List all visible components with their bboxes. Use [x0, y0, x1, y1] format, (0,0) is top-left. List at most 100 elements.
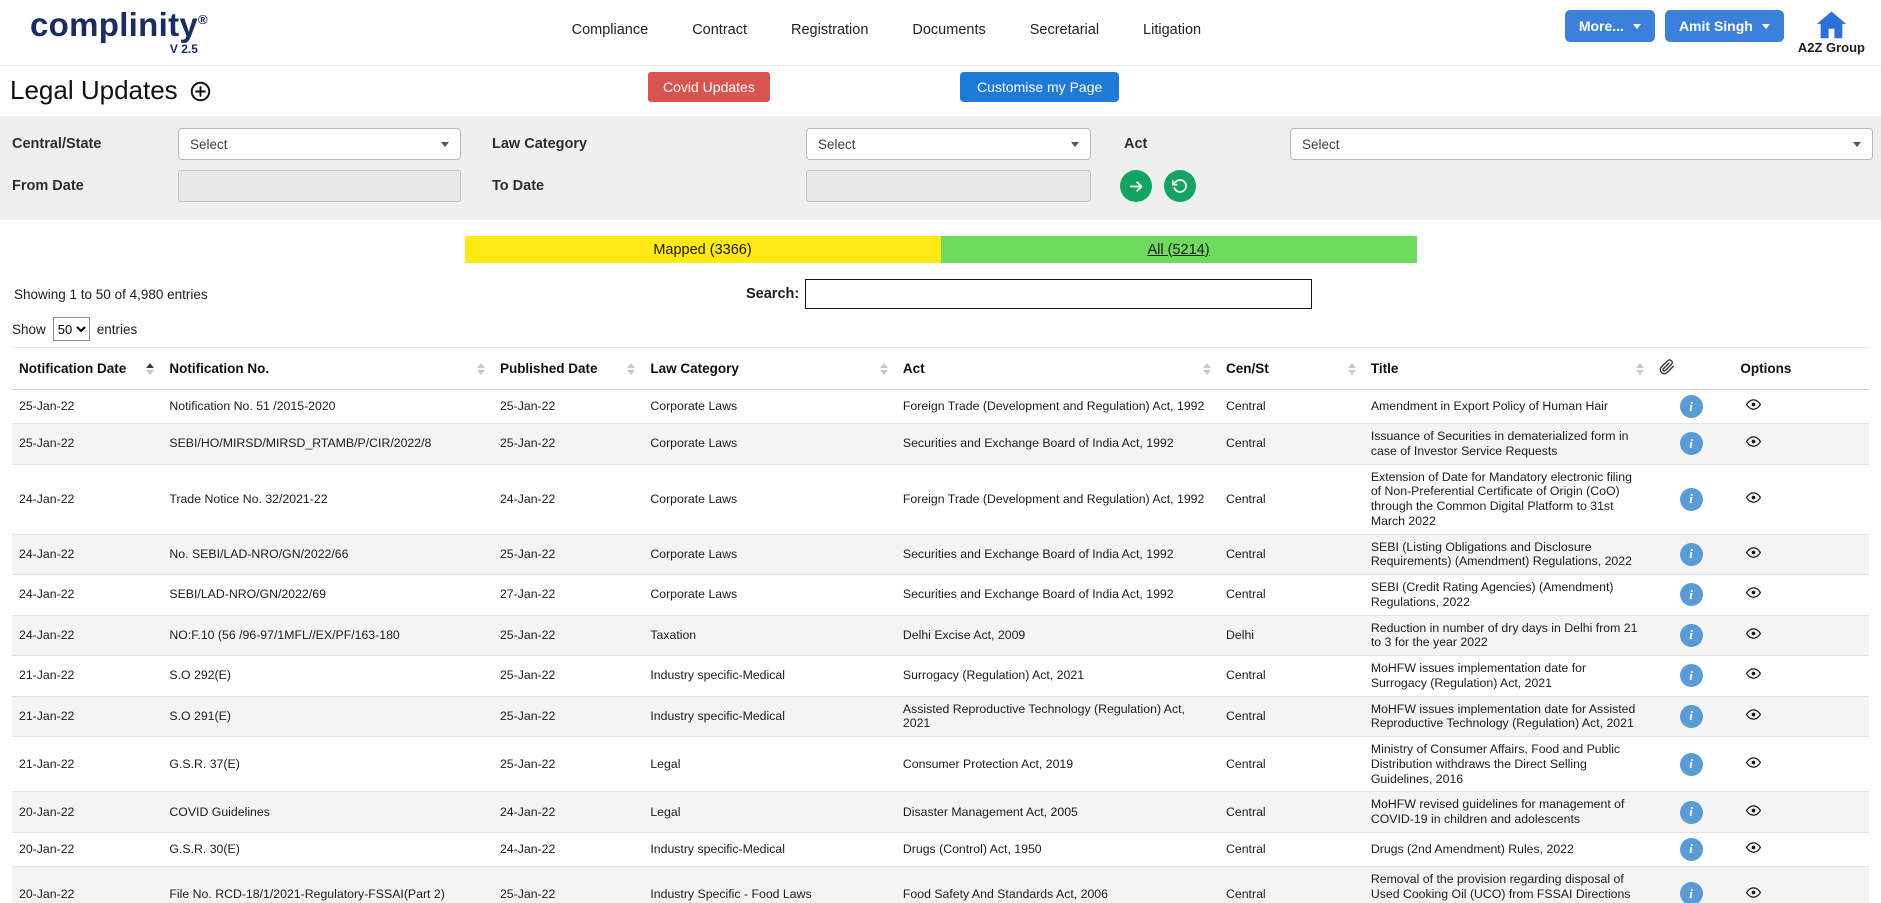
- info-icon[interactable]: i: [1680, 705, 1703, 728]
- cell-notification-date: 21-Jan-22: [12, 656, 162, 697]
- cell-options: [1733, 575, 1869, 616]
- central-state-select[interactable]: Select: [178, 128, 461, 160]
- info-icon[interactable]: i: [1680, 624, 1703, 647]
- eye-icon[interactable]: [1746, 755, 1761, 770]
- law-category-select[interactable]: Select: [806, 128, 1091, 160]
- info-icon[interactable]: i: [1680, 543, 1703, 566]
- eye-icon[interactable]: [1746, 397, 1761, 412]
- eye-icon[interactable]: [1746, 666, 1761, 681]
- eye-icon[interactable]: [1746, 707, 1761, 722]
- nav-item-registration[interactable]: Registration: [791, 22, 868, 38]
- cell-published-date: 25-Jan-22: [493, 696, 643, 737]
- sort-carets-icon: [477, 363, 485, 375]
- apply-filters-button[interactable]: [1120, 170, 1152, 202]
- column-header-title[interactable]: Title: [1364, 348, 1652, 390]
- info-icon[interactable]: i: [1680, 801, 1703, 824]
- table-row: 24-Jan-22 NO:F.10 (56 /96-97/1MFL//EX/PF…: [12, 615, 1869, 656]
- cell-attachment: i: [1652, 575, 1734, 616]
- title-row: Legal Updates Covid Updates Customise my…: [0, 66, 1881, 112]
- page-size-select[interactable]: 50: [53, 317, 90, 341]
- customise-page-button[interactable]: Customise my Page: [960, 72, 1119, 102]
- tab-mapped[interactable]: Mapped (3366): [465, 236, 941, 263]
- cell-title: Issuance of Securities in dematerialized…: [1364, 424, 1652, 465]
- eye-icon[interactable]: [1746, 545, 1761, 560]
- cell-notification-date: 24-Jan-22: [12, 575, 162, 616]
- act-select[interactable]: Select: [1290, 128, 1873, 160]
- updates-table-body: 25-Jan-22 Notification No. 51 /2015-2020…: [12, 390, 1869, 903]
- caret-down-icon: [1633, 24, 1641, 29]
- plus-circle-icon[interactable]: [190, 81, 211, 102]
- column-header-options: Options: [1733, 348, 1869, 390]
- sort-carets-icon: [146, 363, 154, 375]
- info-icon[interactable]: i: [1680, 395, 1703, 418]
- info-icon[interactable]: i: [1680, 664, 1703, 687]
- cell-attachment: i: [1652, 737, 1734, 792]
- logo[interactable]: complinity® V 2.5: [30, 8, 208, 56]
- home-icon[interactable]: [1815, 10, 1848, 39]
- cell-title: Amendment in Export Policy of Human Hair: [1364, 390, 1652, 424]
- reset-icon: [1172, 178, 1188, 194]
- cell-cen-st: Central: [1219, 534, 1364, 575]
- nav-item-compliance[interactable]: Compliance: [572, 22, 649, 38]
- eye-icon[interactable]: [1746, 434, 1761, 449]
- column-header-notification-date[interactable]: Notification Date: [12, 348, 162, 390]
- from-date-input[interactable]: [178, 170, 461, 202]
- nav-item-litigation[interactable]: Litigation: [1143, 22, 1201, 38]
- to-date-label: To Date: [492, 178, 544, 194]
- info-icon[interactable]: i: [1680, 838, 1703, 861]
- cell-notification-no: COVID Guidelines: [162, 792, 493, 833]
- nav-item-secretarial[interactable]: Secretarial: [1030, 22, 1099, 38]
- arrow-right-icon: [1128, 178, 1145, 195]
- eye-icon[interactable]: [1746, 803, 1761, 818]
- caret-down-icon: [1762, 24, 1770, 29]
- to-date-input[interactable]: [806, 170, 1091, 202]
- info-icon[interactable]: i: [1680, 583, 1703, 606]
- column-label: Published Date: [500, 361, 598, 376]
- cell-notification-date: 25-Jan-22: [12, 424, 162, 465]
- info-icon[interactable]: i: [1680, 488, 1703, 511]
- covid-updates-button[interactable]: Covid Updates: [648, 72, 770, 102]
- cell-notification-no: S.O 291(E): [162, 696, 493, 737]
- cell-published-date: 25-Jan-22: [493, 390, 643, 424]
- column-header-cen-st[interactable]: Cen/St: [1219, 348, 1364, 390]
- eye-icon[interactable]: [1746, 626, 1761, 641]
- user-menu-button[interactable]: Amit Singh: [1665, 10, 1784, 42]
- cell-options: [1733, 656, 1869, 697]
- column-header-law-category[interactable]: Law Category: [643, 348, 896, 390]
- cell-title: SEBI (Credit Rating Agencies) (Amendment…: [1364, 575, 1652, 616]
- cell-options: [1733, 832, 1869, 866]
- cell-act: Consumer Protection Act, 2019: [896, 737, 1219, 792]
- search-input[interactable]: [805, 279, 1312, 309]
- cell-law-category: Legal: [643, 792, 896, 833]
- cell-options: [1733, 534, 1869, 575]
- sort-carets-icon: [1203, 363, 1211, 375]
- cell-options: [1733, 696, 1869, 737]
- cell-title: Ministry of Consumer Affairs, Food and P…: [1364, 737, 1652, 792]
- eye-icon[interactable]: [1746, 840, 1761, 855]
- cell-law-category: Legal: [643, 737, 896, 792]
- cell-cen-st: Central: [1219, 390, 1364, 424]
- column-header-act[interactable]: Act: [896, 348, 1219, 390]
- nav-item-contract[interactable]: Contract: [692, 22, 747, 38]
- cell-attachment: i: [1652, 832, 1734, 866]
- info-icon[interactable]: i: [1680, 753, 1703, 776]
- info-icon[interactable]: i: [1680, 432, 1703, 455]
- cell-act: Securities and Exchange Board of India A…: [896, 575, 1219, 616]
- cell-notification-date: 24-Jan-22: [12, 615, 162, 656]
- column-header-published-date[interactable]: Published Date: [493, 348, 643, 390]
- cell-notification-date: 20-Jan-22: [12, 832, 162, 866]
- column-header-notification-no[interactable]: Notification No.: [162, 348, 493, 390]
- reset-filters-button[interactable]: [1164, 170, 1196, 202]
- nav-item-documents[interactable]: Documents: [912, 22, 985, 38]
- sort-carets-icon: [1348, 363, 1356, 375]
- tab-all[interactable]: All (5214): [941, 236, 1417, 263]
- cell-act: Securities and Exchange Board of India A…: [896, 534, 1219, 575]
- more-button[interactable]: More...: [1565, 10, 1655, 42]
- all-link[interactable]: All (5214): [1147, 242, 1209, 258]
- eye-icon[interactable]: [1746, 885, 1761, 900]
- eye-icon[interactable]: [1746, 490, 1761, 505]
- info-icon[interactable]: i: [1680, 882, 1703, 903]
- filters-panel: Central/State Select Law Category Select…: [0, 116, 1881, 220]
- eye-icon[interactable]: [1746, 585, 1761, 600]
- cell-notification-no: S.O 292(E): [162, 656, 493, 697]
